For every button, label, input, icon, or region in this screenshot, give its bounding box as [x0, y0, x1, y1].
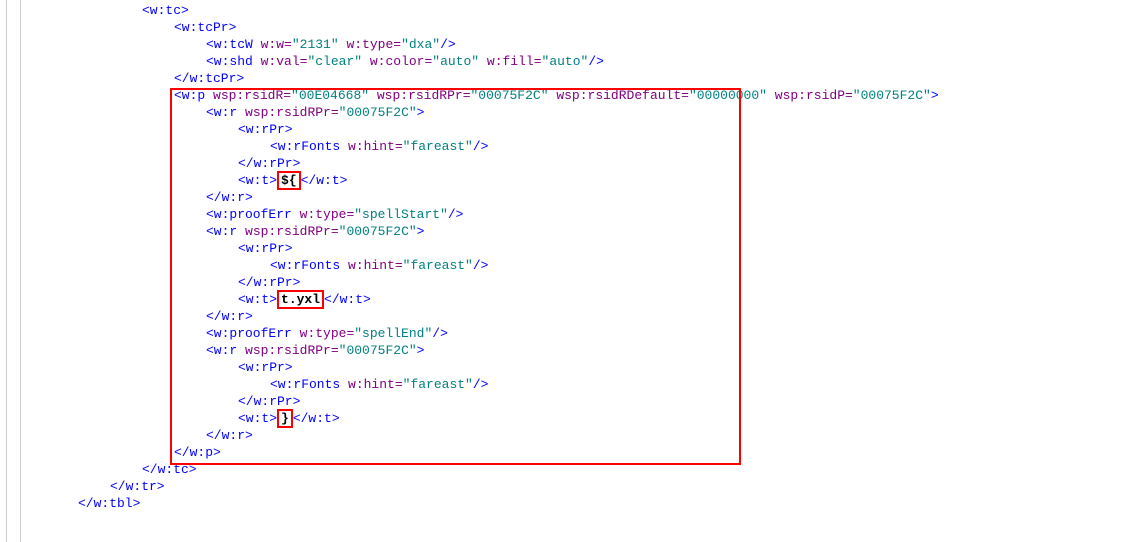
code-line: <w:r wsp:rsidRPr="00075F2C"> [30, 104, 1143, 121]
code-line: </w:r> [30, 189, 1143, 206]
code-line: <w:rPr> [30, 240, 1143, 257]
code-line: <w:p wsp:rsidR="00E04668" wsp:rsidRPr="0… [30, 87, 1143, 104]
code-line: </w:p> [30, 444, 1143, 461]
code-line: </w:r> [30, 427, 1143, 444]
highlight-box-2: t.yxl [277, 290, 324, 309]
code-line: <w:t>${</w:t> [30, 172, 1143, 189]
code-line: </w:tbl> [30, 495, 1143, 512]
code-line: <w:proofErr w:type="spellEnd"/> [30, 325, 1143, 342]
code-line: </w:rPr> [30, 274, 1143, 291]
code-line: <w:tcPr> [30, 19, 1143, 36]
code-line: <w:rPr> [30, 359, 1143, 376]
gutter [0, 0, 21, 542]
code-line: <w:r wsp:rsidRPr="00075F2C"> [30, 223, 1143, 240]
code-line: <w:tcW w:w="2131" w:type="dxa"/> [30, 36, 1143, 53]
code-line: <w:t>t.yxl</w:t> [30, 291, 1143, 308]
code-line: <w:rFonts w:hint="fareast"/> [30, 138, 1143, 155]
code-line: <w:r wsp:rsidRPr="00075F2C"> [30, 342, 1143, 359]
code-line: <w:shd w:val="clear" w:color="auto" w:fi… [30, 53, 1143, 70]
code-area[interactable]: <w:tc> <w:tcPr> <w:tcW w:w="2131" w:type… [0, 0, 1143, 512]
code-line: </w:tcPr> [30, 70, 1143, 87]
highlight-box-3: } [277, 409, 293, 428]
code-line: </w:rPr> [30, 393, 1143, 410]
code-line: <w:rFonts w:hint="fareast"/> [30, 376, 1143, 393]
highlight-box-1: ${ [277, 171, 301, 190]
code-line: </w:tc> [30, 461, 1143, 478]
code-line: <w:tc> [30, 2, 1143, 19]
code-line: </w:rPr> [30, 155, 1143, 172]
code-line: </w:r> [30, 308, 1143, 325]
code-line: <w:proofErr w:type="spellStart"/> [30, 206, 1143, 223]
code-line: <w:rPr> [30, 121, 1143, 138]
code-line: </w:tr> [30, 478, 1143, 495]
code-line: <w:rFonts w:hint="fareast"/> [30, 257, 1143, 274]
code-line: <w:t>}</w:t> [30, 410, 1143, 427]
